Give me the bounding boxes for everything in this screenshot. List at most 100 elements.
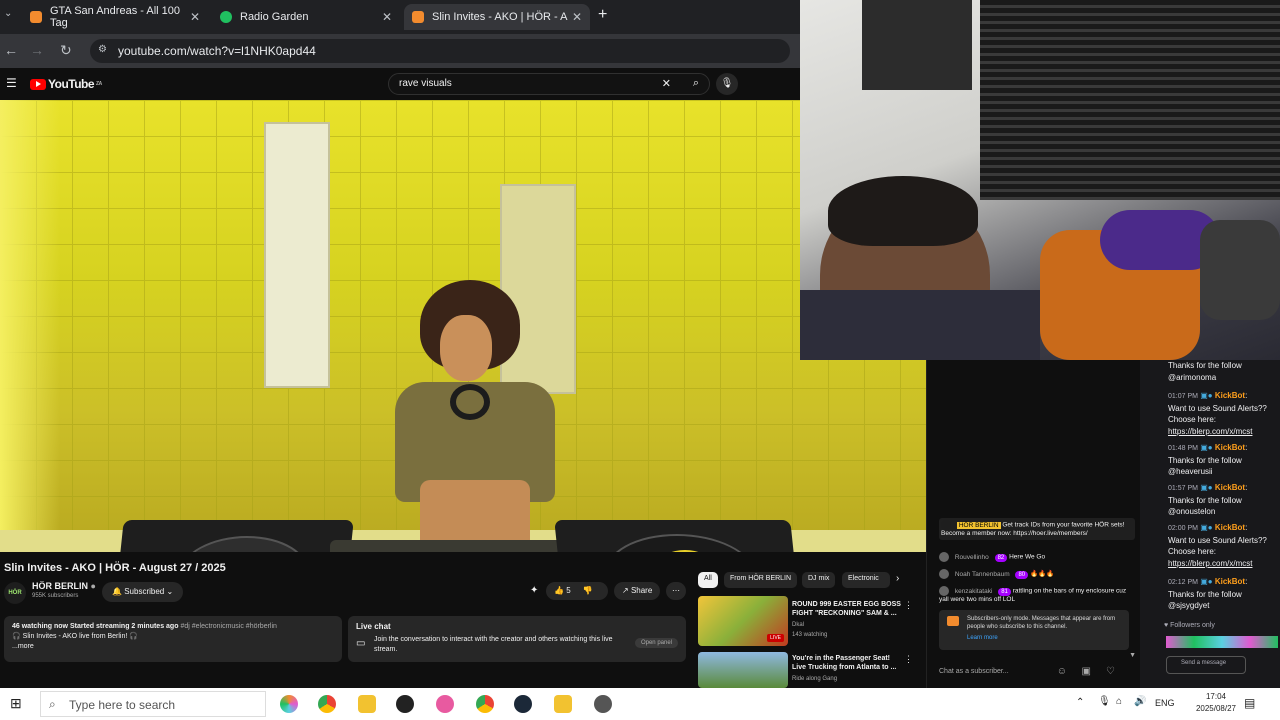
taskbar-search[interactable]: ⌕ Type here to search — [40, 691, 266, 717]
menu-icon[interactable]: ☰ — [6, 76, 17, 90]
learn-more-link[interactable]: Learn more — [967, 634, 1123, 642]
channel-avatar[interactable]: HÖR — [4, 582, 26, 604]
more-vert-icon[interactable]: ⋮ — [904, 600, 913, 611]
steam-icon[interactable] — [514, 695, 532, 713]
clock[interactable]: 17:04 2025/08/27 — [1196, 691, 1236, 715]
dj-face — [440, 315, 492, 381]
show-more-link[interactable]: ...more — [12, 642, 334, 652]
chat-text: Want to use Sound Alerts?? Choose here: — [1168, 403, 1267, 425]
chevron-up-icon[interactable]: ⌃ — [1076, 697, 1084, 708]
sticker-icon[interactable]: ▣ — [1082, 666, 1091, 677]
chip-dj-mix[interactable]: DJ mix — [802, 572, 836, 588]
chevron-right-icon[interactable]: › — [896, 573, 899, 584]
description-box[interactable]: 46 watching now Started streaming 2 minu… — [4, 616, 342, 662]
avatar — [939, 569, 949, 579]
close-icon[interactable]: ✕ — [572, 10, 582, 24]
chrome-icon[interactable] — [318, 695, 336, 713]
youtube-header: ☰ YouTube ZA rave visuals ✕ ⌕ 🎙 — [0, 68, 800, 100]
back-icon[interactable]: ← — [4, 42, 18, 58]
followers-only-label: ♥ Followers only — [1164, 622, 1215, 629]
clear-search-icon[interactable]: ✕ — [662, 77, 671, 90]
radio-garden-favicon-icon — [220, 11, 232, 23]
window-blinds — [980, 0, 1280, 200]
like-dislike-button[interactable]: 👍 5 👎 — [546, 582, 608, 600]
send-message-input[interactable]: Send a message — [1166, 656, 1246, 674]
scroll-down-icon[interactable]: ▼ — [1129, 652, 1136, 659]
notifications-icon[interactable]: ▤ — [1244, 696, 1255, 710]
app-icon[interactable] — [594, 695, 612, 713]
bot-name[interactable]: KickBot — [1215, 443, 1245, 452]
chip-from-channel[interactable]: From HÖR BERLIN — [724, 572, 798, 588]
wall-picture — [862, 0, 972, 90]
send-message-text: Send a message — [1181, 660, 1227, 666]
microphone-icon[interactable]: 🎙 — [1098, 696, 1111, 707]
chat-text: Want to use Sound Alerts?? Choose here: — [1168, 535, 1267, 557]
app-icon[interactable] — [554, 695, 572, 713]
rec-channel[interactable]: Dkal — [792, 622, 804, 628]
obs-icon[interactable] — [396, 695, 414, 713]
url-field[interactable]: ⚙ youtube.com/watch?v=l1NHK0apd44 — [90, 39, 790, 63]
hashtags[interactable]: #dj #electronicmusic #hörberlin — [180, 623, 277, 630]
tab-radio-garden[interactable]: Radio Garden ✕ — [212, 4, 400, 30]
copilot-icon[interactable] — [280, 695, 298, 713]
emote-row[interactable] — [1166, 636, 1278, 648]
windows-start-icon[interactable]: ⊞ — [10, 695, 22, 712]
member-badge: 81 — [998, 587, 1011, 596]
close-icon[interactable]: ✕ — [382, 10, 392, 24]
chat-text: Thanks for the follow — [1168, 495, 1242, 505]
tab-active-video[interactable]: Slin Invites - AKO | HÖR - A ✕ — [404, 4, 590, 30]
volume-icon[interactable]: 🔊 — [1134, 696, 1146, 707]
chat-link[interactable]: https://blerp.com/x/mcst — [1168, 426, 1278, 438]
heart-icon[interactable]: ♡ — [1106, 666, 1115, 677]
more-vert-icon[interactable]: ⋮ — [904, 654, 913, 665]
chat-link[interactable]: https://blerp.com/x/mcst — [1168, 558, 1278, 570]
rec-title[interactable]: You're in the Passenger Seat! Live Truck… — [792, 654, 902, 672]
chip-electronic[interactable]: Electronic — [842, 572, 890, 588]
view-stats: 46 watching now Started streaming 2 minu… — [12, 623, 179, 630]
more-actions-icon[interactable]: ⋯ — [666, 582, 686, 600]
turntable-right — [554, 520, 802, 552]
plus-icon[interactable]: + — [598, 6, 607, 24]
chat-message: 02:12 PM ▣● KickBot: Thanks for the foll… — [1168, 576, 1278, 612]
logo-text: YouTube — [48, 77, 95, 91]
chat-author: Noah Tannenbaum — [954, 570, 1010, 578]
bot-name[interactable]: KickBot — [1215, 391, 1245, 400]
forward-icon[interactable]: → — [30, 42, 44, 58]
close-icon[interactable]: ✕ — [190, 10, 200, 24]
channel-name[interactable]: HÖR BERLIN ● — [32, 581, 96, 591]
youtube-live-chat: HÖR BERLIN Get track IDs from your favor… — [926, 360, 1140, 688]
bot-name[interactable]: KickBot — [1215, 483, 1245, 492]
file-explorer-icon[interactable] — [358, 695, 376, 713]
youtube-logo[interactable]: YouTube ZA — [30, 77, 102, 91]
bot-badge-icon: ▣● — [1200, 391, 1213, 400]
search-icon[interactable]: ⌕ — [693, 77, 699, 90]
open-panel-button[interactable]: Open panel — [634, 638, 678, 648]
chip-all[interactable]: All — [698, 572, 718, 588]
site-info-icon[interactable]: ⚙ — [98, 44, 107, 55]
microphone-icon[interactable]: 🎙 — [716, 73, 738, 95]
tab-search-icon[interactable]: ⌄ — [4, 8, 12, 19]
chat-text: @heaverusii — [1168, 467, 1213, 476]
share-button[interactable]: ↗ Share — [614, 582, 661, 600]
gift-icon[interactable]: ✦ — [530, 585, 538, 596]
app-icon[interactable] — [436, 695, 454, 713]
subscribe-button[interactable]: 🔔 Subscribed ⌄ — [102, 582, 184, 602]
tab-gta[interactable]: GTA San Andreas - All 100 Tag ✕ — [22, 4, 208, 30]
network-icon[interactable]: ⌂ — [1116, 696, 1122, 707]
chat-icon: ▭ — [356, 638, 366, 649]
clock-time: 17:04 — [1205, 692, 1226, 701]
reload-icon[interactable]: ↻ — [60, 42, 72, 59]
bot-name[interactable]: KickBot — [1215, 577, 1245, 586]
chat-input[interactable]: Chat as a subscriber... ☺ ▣ ♡ — [939, 666, 1129, 682]
video-player[interactable] — [0, 100, 926, 552]
bot-name[interactable]: KickBot — [1215, 523, 1245, 532]
rec-thumbnail[interactable]: LIVE — [698, 596, 788, 646]
wall-panel — [264, 122, 330, 388]
rec-channel[interactable]: Ride along Gang — [792, 676, 837, 682]
language-indicator[interactable]: ENG — [1155, 698, 1175, 708]
search-input[interactable]: rave visuals ✕ ⌕ — [388, 73, 710, 95]
rec-title[interactable]: ROUND 999 EASTER EGG BOSS FIGHT "RECKONI… — [792, 600, 902, 618]
chrome-icon[interactable] — [476, 695, 494, 713]
rec-thumbnail[interactable] — [698, 652, 788, 688]
emoji-icon[interactable]: ☺ — [1057, 666, 1067, 677]
